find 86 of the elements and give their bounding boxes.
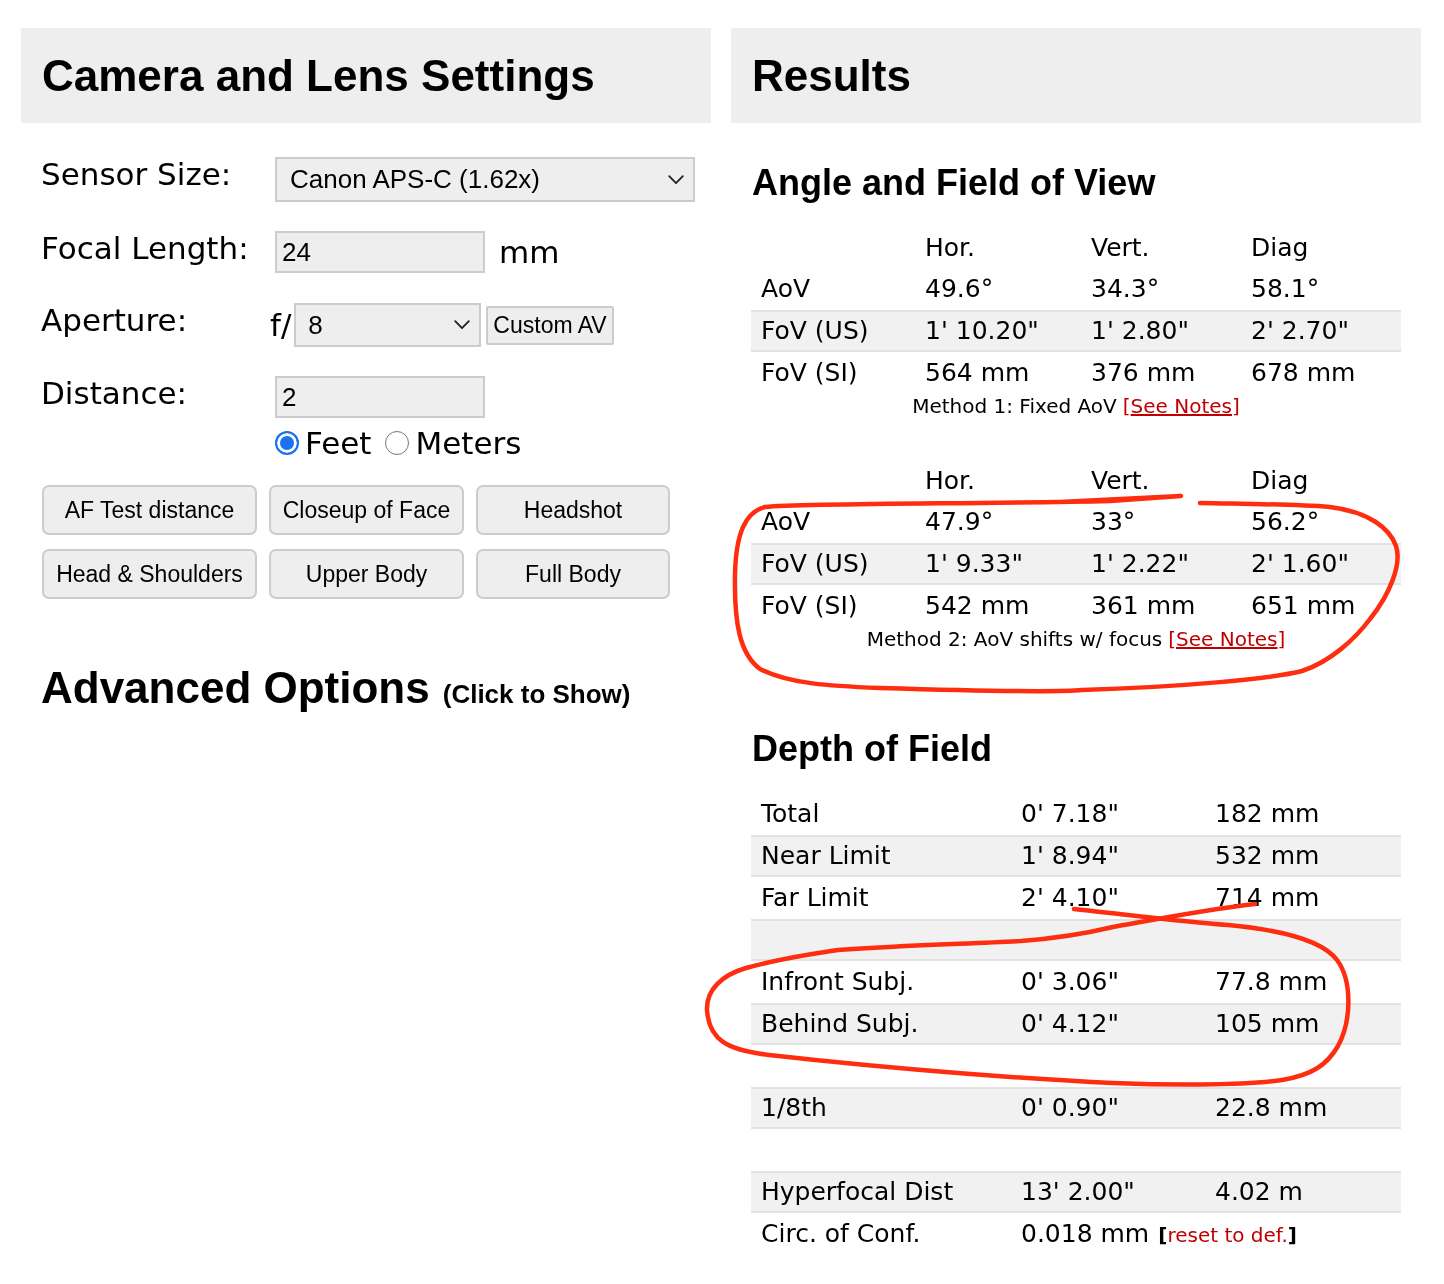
row-header: FoV (US) <box>760 316 870 346</box>
focal-length-input[interactable]: 24 <box>275 231 485 273</box>
distance-input[interactable]: 2 <box>275 376 485 418</box>
table-cell-text: 34.3° <box>1090 274 1161 304</box>
table-cell-text: 0' 7.18" <box>1020 799 1120 829</box>
sensor-size-select[interactable]: Canon APS-C (1.62x) <box>275 157 695 202</box>
table-cell-text: 13' 2.00" <box>1020 1177 1136 1207</box>
table-cell-text: 1' 8.94" <box>1020 841 1120 871</box>
aperture-select[interactable]: 8 <box>294 303 482 347</box>
table-cell: 0.018 mm <box>1021 1218 1150 1249</box>
panel-title: Camera and Lens Settings <box>42 50 595 101</box>
row-header: Far Limit <box>760 883 870 913</box>
panel-title: Results <box>752 50 911 101</box>
row-header: AoV <box>760 274 812 304</box>
row-header: Near Limit <box>760 841 892 871</box>
see-notes-link[interactable]: [See Notes] <box>1168 627 1286 652</box>
row-header: 1/8th <box>760 1093 828 1123</box>
row-header: AoV <box>760 507 812 537</box>
column-header: Vert. <box>1090 466 1151 496</box>
table-cell-text: 542 mm <box>924 591 1031 621</box>
table-cell-text: 0' 0.90" <box>1020 1093 1120 1123</box>
chevron-down-icon <box>668 174 684 185</box>
table-cell-text: 2' 4.10" <box>1020 883 1120 913</box>
field-label: Focal Length: <box>41 231 250 266</box>
field-label: Distance: <box>41 376 188 411</box>
row-header: Total <box>760 799 821 829</box>
preset-button[interactable]: Headshot <box>476 485 670 535</box>
chevron-down-icon <box>454 320 471 330</box>
column-header: Diag <box>1250 466 1310 496</box>
field-label: Sensor Size: <box>41 157 233 192</box>
table-cell-text: 532 mm <box>1214 841 1321 871</box>
column-header: Diag <box>1250 233 1310 263</box>
unit-label: mm <box>499 233 560 272</box>
method-note: Method 1: Fixed AoV <box>912 394 1117 419</box>
table-cell-text: 33° <box>1090 507 1137 537</box>
table-cell-text: 56.2° <box>1250 507 1321 537</box>
table-cell-text: 376 mm <box>1090 358 1197 388</box>
table-cell-text: 105 mm <box>1214 1009 1321 1039</box>
method-note: Method 2: AoV shifts w/ focus <box>866 627 1163 652</box>
preset-button[interactable]: Upper Body <box>269 549 464 599</box>
radio-button[interactable] <box>275 431 299 455</box>
table-cell-text: 47.9° <box>924 507 995 537</box>
see-notes-link[interactable]: [See Notes] <box>1122 394 1240 419</box>
section-heading: Depth of Field <box>752 729 993 769</box>
table-cell-text: 651 mm <box>1250 591 1357 621</box>
table-cell-text: 1' 9.33" <box>924 549 1024 579</box>
reset-link[interactable]: [reset to def.] <box>1158 1219 1297 1250</box>
table-cell-text: 182 mm <box>1214 799 1321 829</box>
table-cell-text: 1' 2.22" <box>1090 549 1190 579</box>
table-cell-text: 2' 1.60" <box>1250 549 1350 579</box>
section-heading: Angle and Field of View <box>752 163 1157 203</box>
radio-label[interactable]: Feet <box>305 427 372 459</box>
preset-button[interactable]: Head & Shoulders <box>42 549 257 599</box>
radio-button[interactable] <box>385 431 410 455</box>
table-cell-text: 77.8 mm <box>1214 967 1329 997</box>
row-header: Infront Subj. <box>760 967 916 997</box>
field-label: Aperture: <box>41 303 189 338</box>
table-cell-text: 0' 3.06" <box>1020 967 1120 997</box>
custom-av-button[interactable]: Custom AV <box>486 306 614 345</box>
table-cell-text: 4.02 m <box>1214 1177 1304 1207</box>
table-cell-text: 1' 2.80" <box>1090 316 1190 346</box>
row-header: Hyperfocal Dist <box>760 1177 955 1207</box>
show-hint[interactable]: (Click to Show) <box>442 679 631 710</box>
table-cell-text: 49.6° <box>924 274 995 304</box>
row-header: FoV (SI) <box>760 591 859 621</box>
column-header: Hor. <box>924 233 977 263</box>
preset-button[interactable]: Full Body <box>476 549 670 599</box>
table-cell-text: 361 mm <box>1090 591 1197 621</box>
f-number-prefix: f/ <box>270 306 292 345</box>
row-header: Circ. of Conf. <box>760 1219 922 1249</box>
table-cell-text: 22.8 mm <box>1214 1093 1329 1123</box>
section-heading[interactable]: Advanced Options <box>41 663 430 713</box>
column-header: Hor. <box>924 466 977 496</box>
preset-button[interactable]: Closeup of Face <box>269 485 464 535</box>
row-header: FoV (US) <box>760 549 870 579</box>
table-cell-text: 678 mm <box>1250 358 1357 388</box>
table-cell-text: 58.1° <box>1250 274 1321 304</box>
table-cell-text: 0' 4.12" <box>1020 1009 1120 1039</box>
table-cell-text: 2' 2.70" <box>1250 316 1350 346</box>
radio-label[interactable]: Meters <box>415 427 522 459</box>
column-header: Vert. <box>1090 233 1151 263</box>
preset-button[interactable]: AF Test distance <box>42 485 257 535</box>
row-header: Behind Subj. <box>760 1009 920 1039</box>
table-cell-text: 564 mm <box>924 358 1031 388</box>
row-header: FoV (SI) <box>760 358 859 388</box>
table-cell-text: 1' 10.20" <box>924 316 1040 346</box>
